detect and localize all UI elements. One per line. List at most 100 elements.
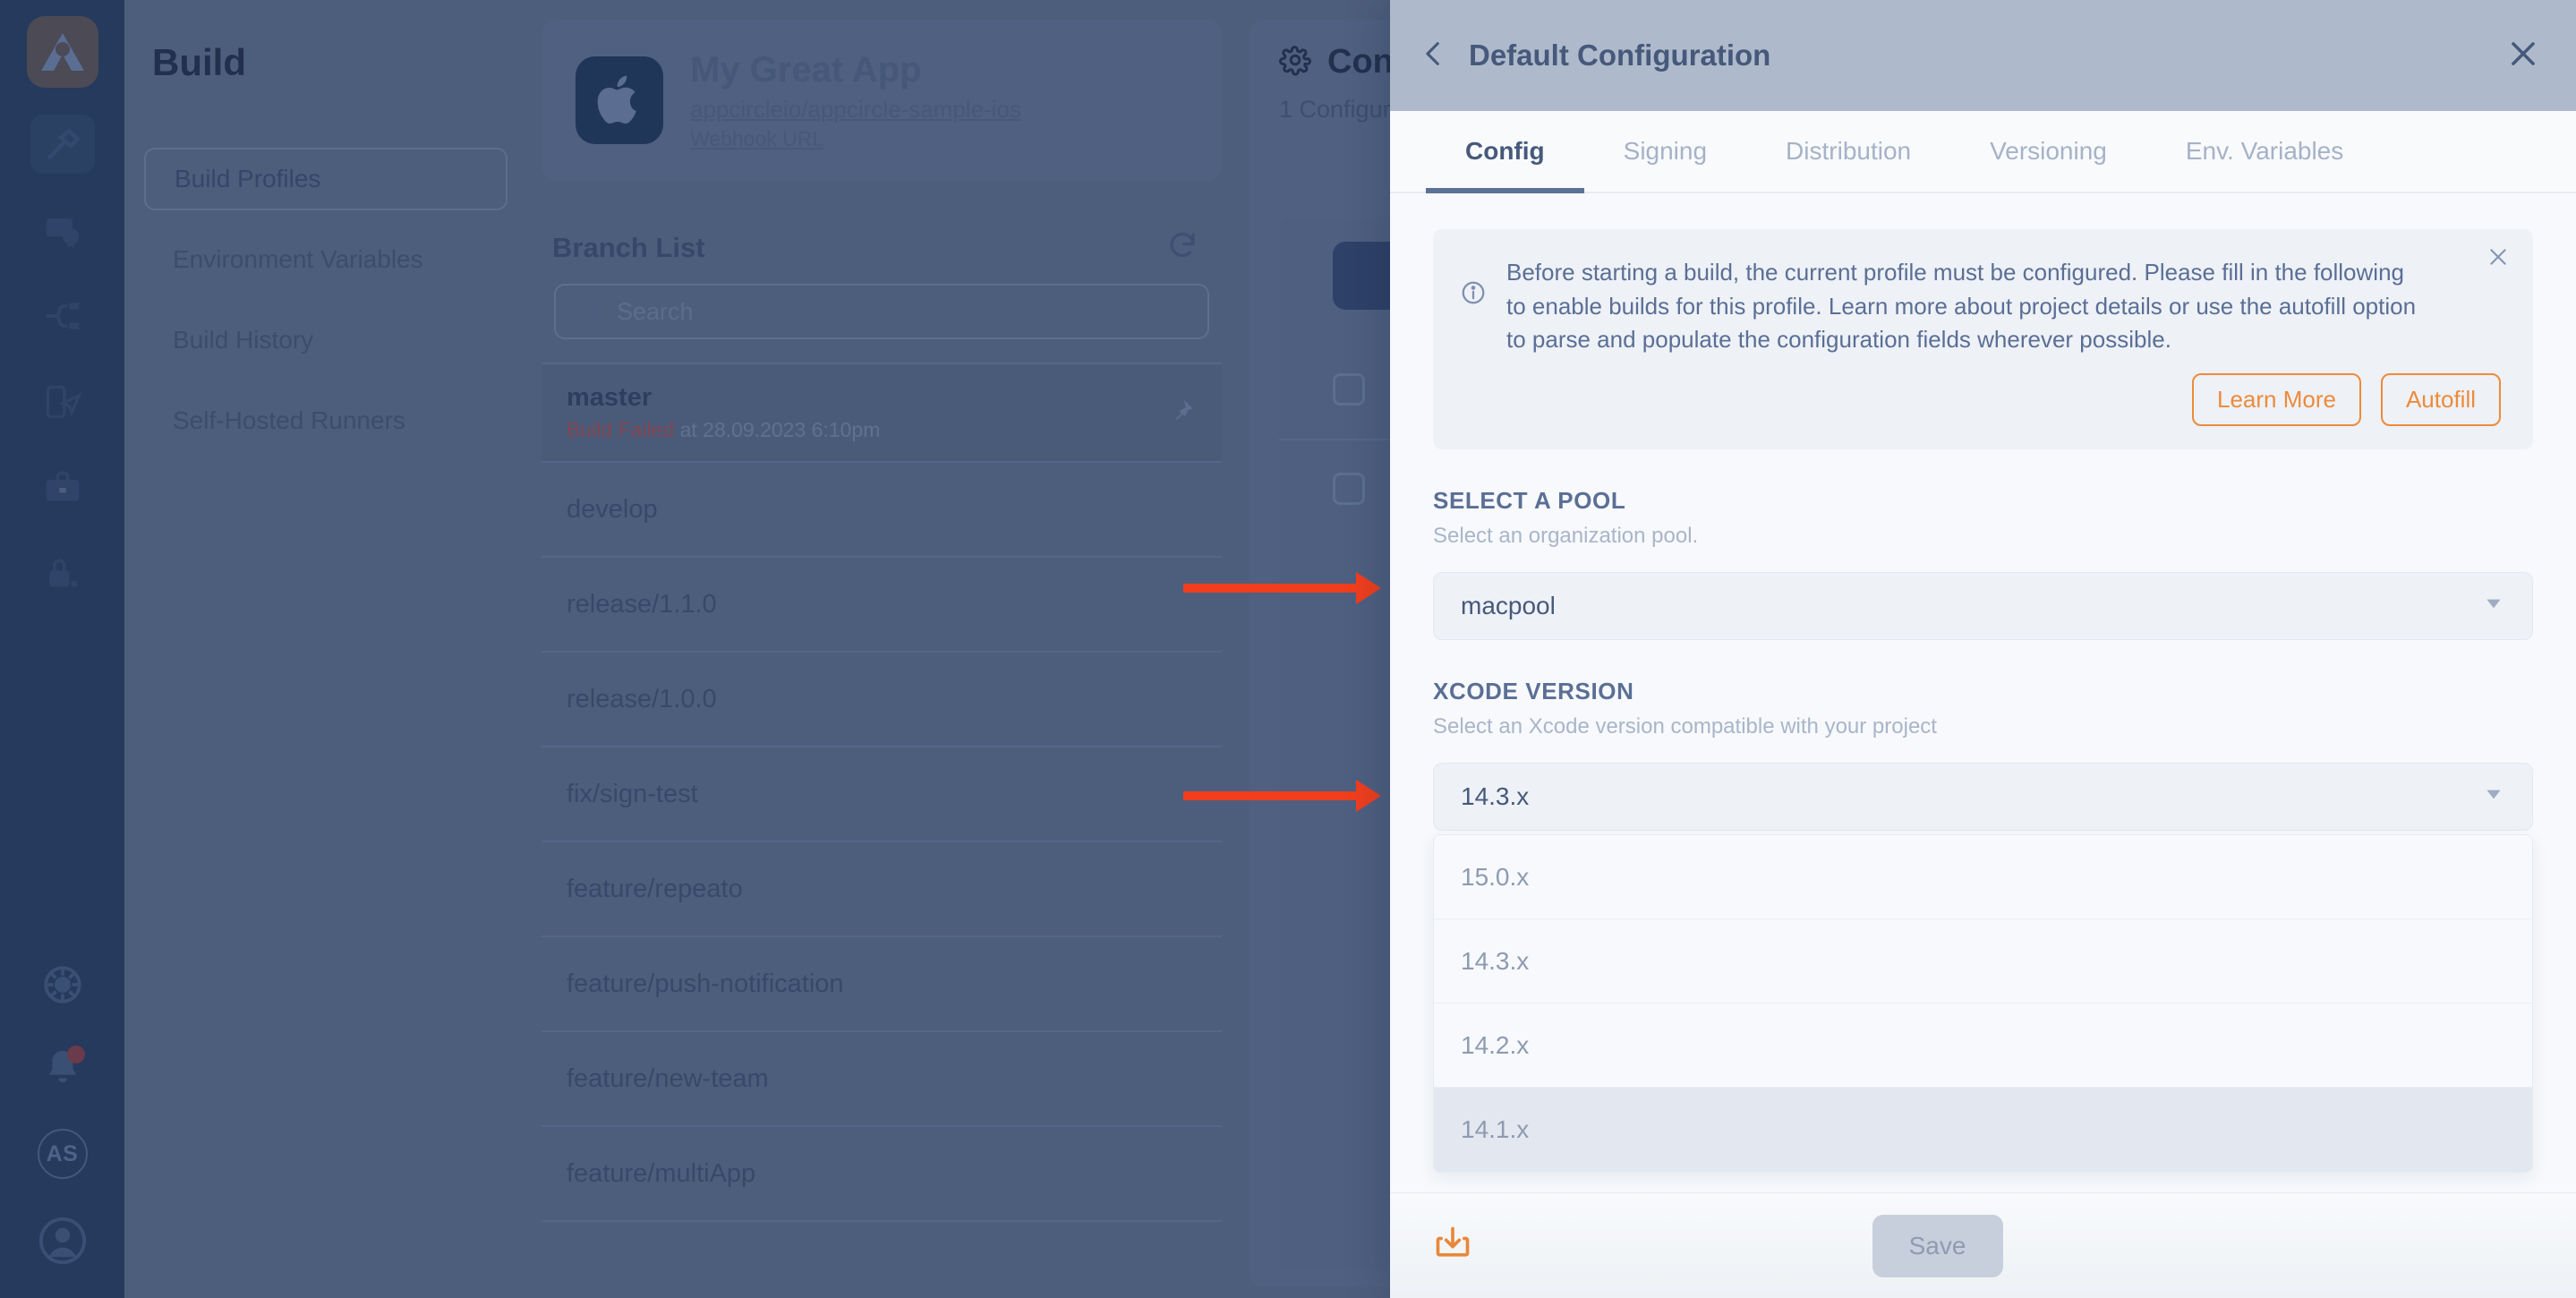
branch-row[interactable]: release/1.0.0 — [542, 653, 1222, 747]
branch-status: Build Failed at 28.09.2023 6:10pm — [567, 418, 881, 441]
option-label: 14.1.x — [1461, 1115, 1530, 1144]
nav-label: Self-Hosted Runners — [173, 406, 405, 434]
option-label: 14.3.x — [1461, 946, 1530, 975]
xcode-select-value: 14.3.x — [1461, 782, 1530, 811]
row-checkbox[interactable] — [1333, 473, 1365, 505]
drawer-header: Default Configuration — [1390, 0, 2576, 111]
learn-more-button[interactable]: Learn More — [2191, 373, 2361, 427]
repo-link[interactable]: appcircleio/appcircle-sample-ios — [690, 96, 1021, 124]
sidebar-item-build-history[interactable]: Build History — [144, 309, 508, 371]
status-badge: Build Failed — [567, 418, 675, 441]
branch-row[interactable]: fix/sign-test — [542, 747, 1222, 842]
info-icon — [1460, 279, 1487, 426]
pin-icon[interactable] — [1168, 397, 1195, 429]
notifications-bell-icon[interactable] — [42, 1046, 85, 1093]
page-title: Build — [152, 41, 246, 83]
pool-field-label: SELECT A POOL — [1433, 487, 1626, 515]
configuration-notice: Before starting a build, the current pro… — [1433, 229, 2533, 450]
branch-list-card: Branch List Search master Build Failed a… — [542, 213, 1222, 1287]
download-import-icon[interactable] — [1433, 1224, 1472, 1268]
chevron-down-icon — [2482, 592, 2505, 621]
tab-label: Signing — [1623, 137, 1708, 165]
option-xcode-version[interactable]: 14.1.x — [1434, 1088, 2532, 1173]
xcode-field-description: Select an Xcode version compatible with … — [1433, 714, 1937, 739]
sidebar-item-self-hosted-runners[interactable]: Self-Hosted Runners — [144, 389, 508, 452]
tab-versioning[interactable]: Versioning — [1950, 111, 2146, 192]
gear-icon[interactable] — [1279, 44, 1311, 81]
search-input[interactable]: Search — [554, 284, 1209, 339]
sidebar-item-build[interactable] — [30, 115, 95, 174]
branch-row[interactable]: feature/new-team — [542, 1032, 1222, 1127]
appcircle-logo[interactable] — [26, 16, 98, 88]
select-all-checkbox[interactable] — [1333, 373, 1365, 406]
option-label: 15.0.x — [1461, 862, 1530, 891]
drawer-body: Before starting a build, the current pro… — [1390, 193, 2576, 1192]
tab-env-variables[interactable]: Env. Variables — [2146, 111, 2383, 192]
refresh-icon[interactable] — [1166, 229, 1198, 266]
pool-field: SELECT A POOL Select an organization poo… — [1433, 487, 2533, 641]
user-profile-icon[interactable] — [37, 1215, 89, 1271]
sidebar-item-security[interactable] — [30, 544, 95, 603]
pool-select[interactable]: macpool — [1433, 572, 2533, 641]
autofill-button[interactable]: Autofill — [2380, 373, 2501, 427]
branch-row[interactable]: release/1.1.0 — [542, 558, 1222, 653]
drawer-title: Default Configuration — [1469, 38, 1771, 72]
xcode-version-select[interactable]: 14.3.x — [1433, 763, 2533, 832]
chevron-down-icon — [2482, 782, 2505, 812]
sidebar-item-distribution[interactable] — [30, 286, 95, 346]
arrow-to-pool-select — [1183, 572, 1381, 604]
branch-name: develop — [567, 494, 658, 524]
notice-text: Before starting a build, the current pro… — [1506, 259, 2417, 354]
option-xcode-version[interactable]: 15.0.x — [1434, 835, 2532, 920]
branch-name: master — [567, 383, 653, 412]
branch-name: feature/push-notification — [567, 969, 844, 998]
xcode-version-field: XCODE VERSION Select an Xcode version co… — [1433, 678, 2533, 1174]
close-icon[interactable] — [2506, 37, 2540, 75]
branch-row[interactable]: feature/multiApp — [542, 1127, 1222, 1222]
save-button[interactable]: Save — [1872, 1214, 2003, 1277]
tab-config[interactable]: Config — [1426, 111, 1584, 193]
branch-name: feature/multiApp — [567, 1158, 756, 1188]
branch-name: release/1.0.0 — [567, 684, 717, 713]
nav-label: Build History — [173, 326, 314, 354]
chevron-left-icon[interactable] — [1419, 38, 1449, 73]
close-icon[interactable] — [2486, 245, 2510, 273]
branch-row-master[interactable]: master Build Failed at 28.09.2023 6:10pm — [542, 364, 1222, 463]
drawer-footer: Save — [1390, 1192, 2576, 1298]
branch-name: feature/repeato — [567, 874, 743, 903]
organization-avatar[interactable]: AS — [37, 1129, 88, 1179]
webhook-url-link[interactable]: Webhook URL — [690, 127, 1021, 151]
xcode-version-options: 15.0.x 14.3.x 14.2.x 14.1.x — [1433, 834, 2533, 1174]
build-nav-list: Build Profiles Environment Variables Bui… — [144, 148, 508, 452]
apple-icon — [576, 56, 663, 144]
branch-list-title: Branch List — [552, 231, 705, 263]
branch-row[interactable]: feature/push-notification — [542, 937, 1222, 1032]
pool-field-description: Select an organization pool. — [1433, 524, 1699, 549]
sidebar-item-build-profiles[interactable]: Build Profiles — [144, 148, 508, 210]
search-icon — [578, 301, 601, 323]
option-xcode-version[interactable]: 14.3.x — [1434, 919, 2532, 1004]
branch-row[interactable]: develop — [542, 463, 1222, 558]
nav-label: Build Profiles — [175, 165, 321, 192]
tab-label: Versioning — [1990, 137, 2107, 165]
arrow-to-xcode-select — [1183, 780, 1381, 812]
sidebar-item-signing[interactable] — [30, 201, 95, 260]
sidebar-item-testing[interactable] — [30, 372, 95, 431]
app-icon-rail: AS — [0, 0, 124, 1298]
xcode-field-label: XCODE VERSION — [1433, 678, 1634, 705]
tab-signing[interactable]: Signing — [1584, 111, 1746, 192]
tab-distribution[interactable]: Distribution — [1746, 111, 1950, 192]
branch-row[interactable]: feature/repeato — [542, 842, 1222, 937]
notification-badge — [66, 1046, 85, 1063]
app-header-card: My Great App appcircleio/appcircle-sampl… — [542, 20, 1222, 181]
drawer-tabs: Config Signing Distribution Versioning E… — [1390, 111, 2576, 193]
search-placeholder: Search — [617, 297, 694, 325]
option-xcode-version[interactable]: 14.2.x — [1434, 1003, 2532, 1089]
sidebar-item-environment-variables[interactable]: Environment Variables — [144, 228, 508, 291]
sidebar-item-store[interactable] — [30, 458, 95, 517]
tab-label: Env. Variables — [2185, 137, 2344, 165]
help-wheel-icon[interactable] — [40, 962, 85, 1012]
option-label: 14.2.x — [1461, 1030, 1530, 1059]
pool-select-value: macpool — [1461, 592, 1556, 620]
branch-name: fix/sign-test — [567, 779, 698, 808]
